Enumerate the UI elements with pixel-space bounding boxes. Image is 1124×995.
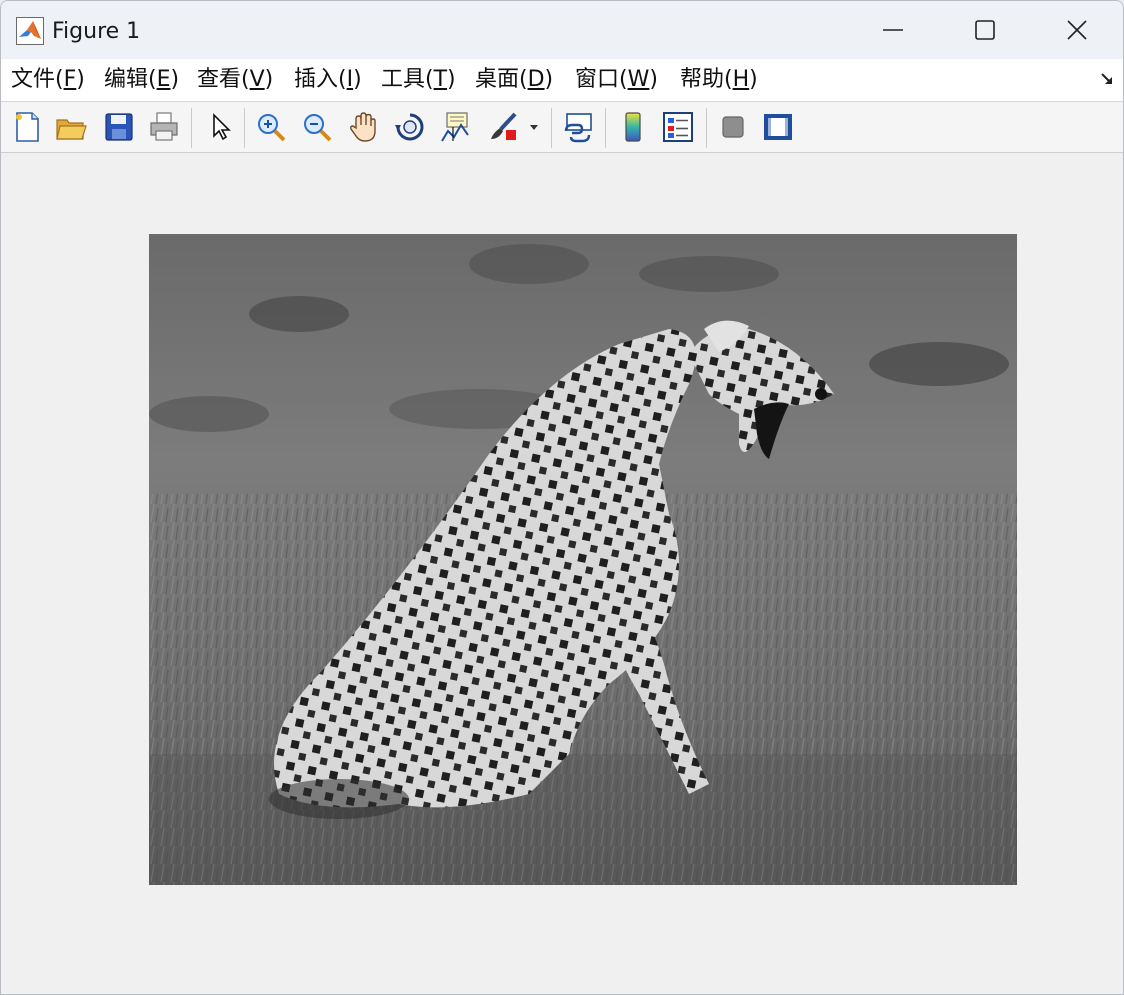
menu-window-label: 窗口( (575, 67, 628, 92)
menu-window[interactable]: 窗口(W) (575, 65, 658, 95)
figure-canvas (1, 153, 1123, 994)
pan-hand-icon (350, 112, 376, 142)
toolbar-separator (605, 108, 606, 148)
menu-tools[interactable]: 工具(T) (381, 65, 456, 95)
zoom-out-icon (304, 114, 332, 142)
menu-help-tail: ) (749, 67, 758, 92)
menu-insert[interactable]: 插入(I) (294, 65, 362, 95)
colorbar-icon (625, 112, 641, 142)
menu-desktop-tail: ) (544, 67, 554, 92)
grayscale-cheetah-image[interactable] (149, 234, 1017, 885)
menu-bar: 文件(F) 编辑(E) 查看(V) 插入(I) 工具(T) 桌面(D) 窗口(W… (1, 59, 1123, 102)
open-file-button[interactable] (53, 109, 89, 145)
menu-file-label: 文件( (11, 67, 64, 92)
menu-file[interactable]: 文件(F) (11, 65, 85, 95)
title-bar[interactable]: Figure 1 (1, 1, 1123, 59)
figure-window: Figure 1 文件(F) 编辑(E) 查看(V) 插入(I) 工具(T) 桌… (0, 0, 1124, 995)
colorbar-button[interactable] (615, 109, 651, 145)
menu-view-label: 查看( (197, 67, 250, 92)
show-plot-tools-button[interactable] (760, 109, 796, 145)
dock-arrow-icon[interactable] (1099, 71, 1115, 87)
menu-edit-label: 编辑( (104, 67, 157, 92)
menu-help-key: H (732, 67, 750, 92)
menu-edit-tail: ) (170, 67, 180, 92)
save-button[interactable] (101, 109, 137, 145)
zoom-in-icon (258, 114, 286, 142)
save-icon (105, 113, 133, 141)
data-cursor-icon (441, 112, 469, 142)
menu-insert-tail: ) (353, 67, 362, 92)
menu-tools-label: 工具( (381, 67, 434, 92)
select-button[interactable] (202, 109, 238, 145)
menu-desktop-key: D (527, 67, 545, 92)
brush-button[interactable] (485, 109, 521, 145)
print-icon (150, 112, 178, 141)
brush-dropdown[interactable] (524, 109, 544, 145)
close-icon (1067, 20, 1087, 40)
new-figure-icon (16, 112, 39, 142)
link-plot-icon (564, 113, 592, 143)
menu-view-tail: ) (264, 67, 274, 92)
new-figure-button[interactable] (9, 109, 45, 145)
menu-tools-tail: ) (447, 67, 456, 92)
brush-icon (491, 112, 517, 140)
legend-button[interactable] (660, 109, 696, 145)
rotate-3d-button[interactable] (392, 109, 428, 145)
menu-file-tail: ) (76, 67, 85, 92)
toolbar-separator (706, 108, 707, 148)
menu-desktop-label: 桌面( (475, 67, 528, 92)
minimize-button[interactable] (847, 1, 939, 59)
matlab-icon (16, 17, 44, 45)
pan-button[interactable] (346, 109, 382, 145)
toolbar-separator (191, 108, 192, 148)
close-button[interactable] (1031, 1, 1123, 59)
hide-plot-tools-icon (722, 116, 744, 138)
menu-help-label: 帮助( (680, 67, 733, 92)
rotate-3d-icon (395, 113, 424, 141)
menu-file-key: F (63, 67, 77, 92)
hide-plot-tools-button[interactable] (715, 109, 751, 145)
figure-toolbar (1, 102, 1123, 153)
toolbar-separator (244, 108, 245, 148)
menu-view[interactable]: 查看(V) (197, 65, 273, 95)
menu-edit[interactable]: 编辑(E) (104, 65, 179, 95)
menu-view-key: V (249, 67, 265, 92)
menu-window-tail: ) (649, 67, 658, 92)
menu-insert-label: 插入( (294, 67, 347, 92)
zoom-out-button[interactable] (299, 109, 335, 145)
select-arrow-icon (213, 113, 231, 141)
open-file-icon (56, 119, 87, 140)
menu-desktop[interactable]: 桌面(D) (475, 65, 553, 95)
menu-edit-key: E (156, 67, 171, 92)
brush-dropdown-icon (530, 125, 538, 130)
zoom-in-button[interactable] (253, 109, 289, 145)
link-plot-button[interactable] (560, 109, 596, 145)
maximize-button[interactable] (939, 1, 1031, 59)
data-cursor-button[interactable] (437, 109, 473, 145)
print-button[interactable] (146, 109, 182, 145)
menu-help[interactable]: 帮助(H) (680, 65, 758, 95)
toolbar-separator (551, 108, 552, 148)
menu-window-key: W (627, 67, 650, 92)
menu-tools-key: T (433, 67, 448, 92)
show-plot-tools-icon (764, 114, 792, 140)
maximize-icon (975, 20, 995, 40)
window-title: Figure 1 (52, 19, 141, 44)
legend-icon (663, 112, 693, 142)
minimize-icon (883, 29, 903, 31)
